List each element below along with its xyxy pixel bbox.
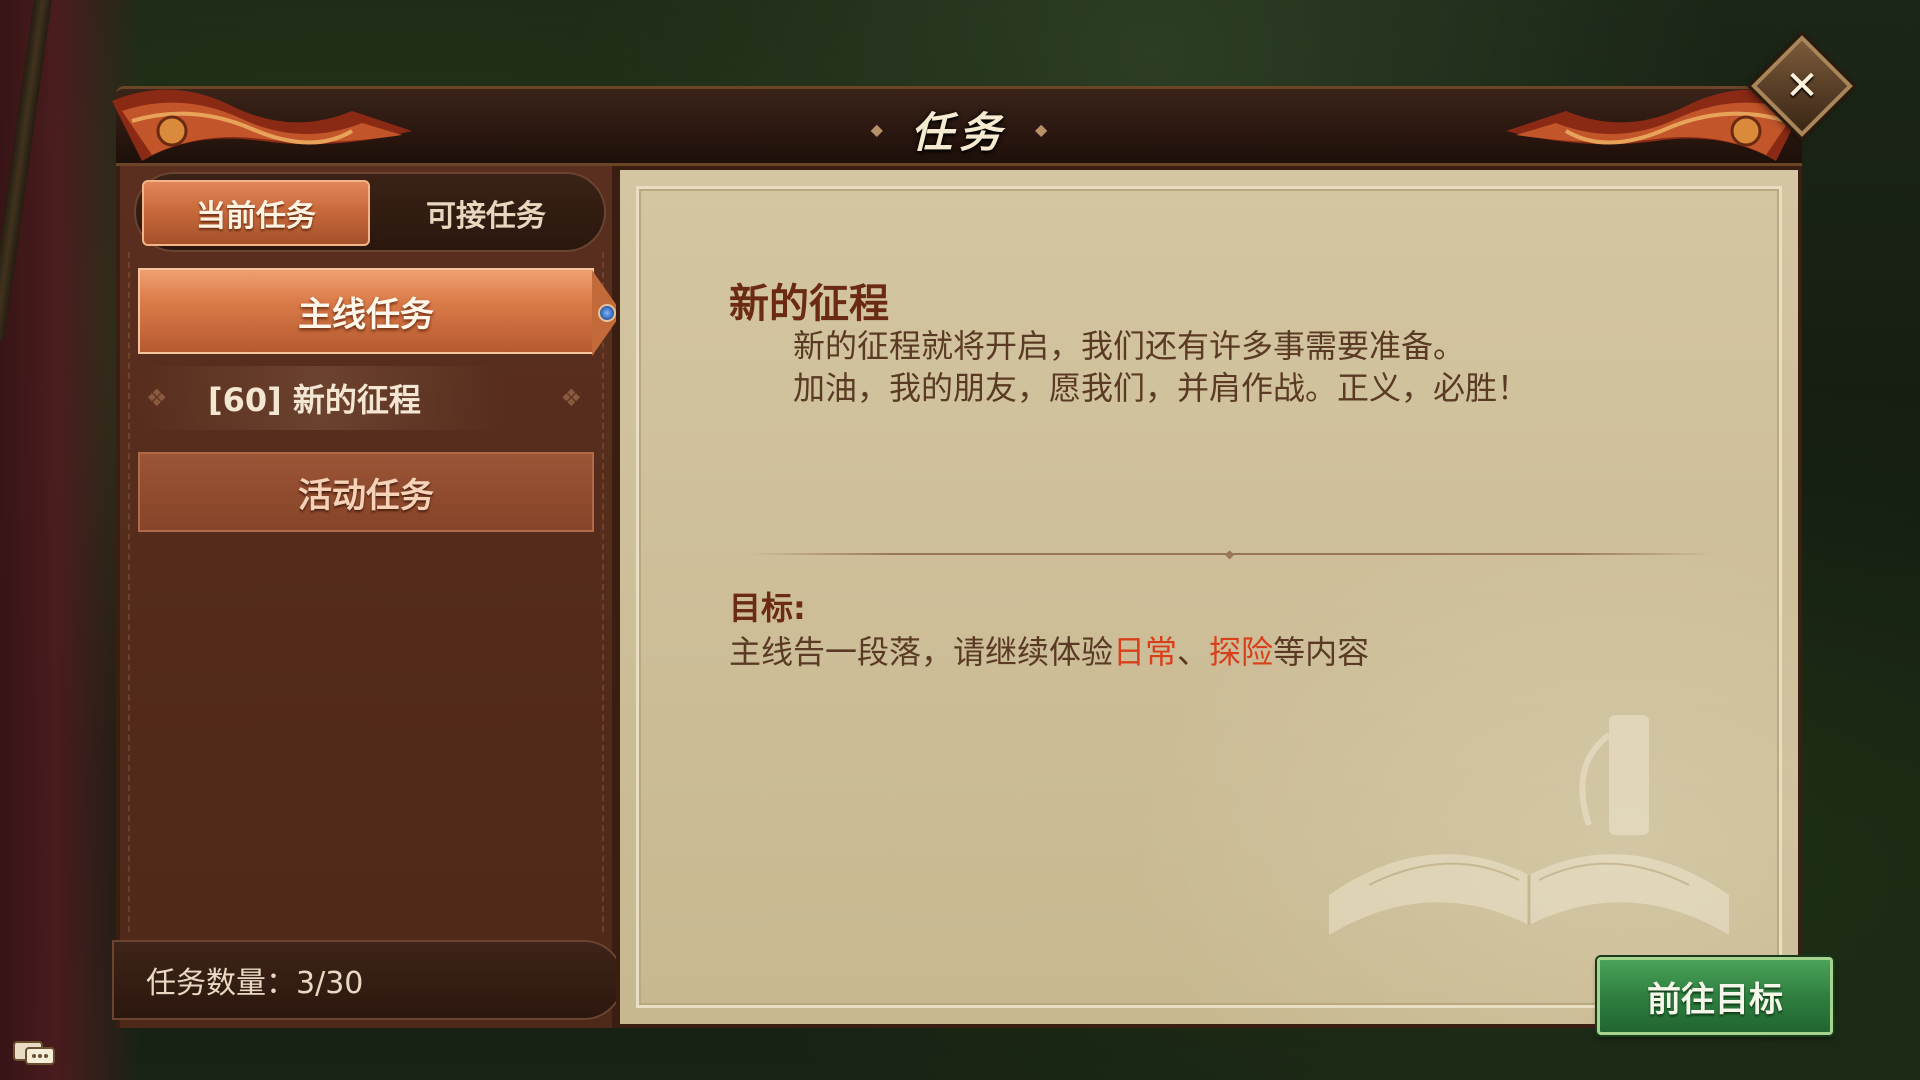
quest-list-item[interactable]: ❖ [60] 新的征程 ❖ [138, 366, 594, 430]
tab-available-quests[interactable]: 可接任务 [372, 180, 600, 246]
tab-bar: 当前任务 可接任务 [134, 172, 606, 252]
title-diamond-right-icon: ◆ [1035, 119, 1048, 139]
quest-description-line2: 加油，我的朋友，愿我们，并肩作战。正义，必胜！ [793, 369, 1530, 407]
goal-text: 主线告一段落，请继续体验日常、探险等内容 [729, 627, 1369, 673]
goal-suffix: 等内容 [1273, 633, 1370, 671]
close-icon: ✕ [1785, 63, 1819, 109]
chat-icon[interactable] [12, 1038, 56, 1068]
goal-separator: 、 [1177, 633, 1210, 671]
quest-item-deco-right-icon: ❖ [560, 384, 582, 412]
quest-description-line1: 新的征程就将开启，我们还有许多事需要准备。 [793, 327, 1466, 365]
go-to-target-button[interactable]: 前往目标 [1597, 957, 1833, 1035]
book-decoration [1329, 715, 1729, 935]
dialog-title: 任务 [910, 107, 1007, 157]
separator-diamond-icon: ◆ [1225, 547, 1235, 561]
tab-current-quests[interactable]: 当前任务 [142, 180, 370, 246]
quest-description: 新的征程就将开启，我们还有许多事需要准备。 加油，我的朋友，愿我们，并肩作战。正… [793, 325, 1693, 409]
quest-item-deco-left-icon: ❖ [146, 384, 168, 412]
title-wrap: ◆ 任务 ◆ [116, 103, 1802, 157]
quest-dialog: ◆ 任务 ◆ ✕ 当前任务 可接任务 主线任务 ❖ [60] 新的征程 ❖ 活动… [112, 35, 1853, 1035]
goal-label: 目标: [729, 589, 806, 627]
detail-inner-frame: 新的征程 新的征程就将开启，我们还有许多事需要准备。 加油，我的朋友，愿我们，并… [636, 186, 1833, 1035]
detail-separator: ◆ [749, 547, 1715, 561]
goal-link-explore[interactable]: 探险 [1209, 633, 1273, 671]
title-diamond-left-icon: ◆ [870, 119, 883, 139]
quest-count-bar: 任务数量：3/30 [112, 940, 624, 1020]
quest-title: 新的征程 [729, 281, 889, 327]
quest-list-panel: 当前任务 可接任务 主线任务 ❖ [60] 新的征程 ❖ 活动任务 任务数量：3… [112, 166, 624, 1028]
quest-detail-panel: 新的征程 新的征程就将开启，我们还有许多事需要准备。 加油，我的朋友，愿我们，并… [616, 166, 1833, 1035]
category-main-quest[interactable]: 主线任务 [138, 268, 622, 356]
category-activity-quest[interactable]: 活动任务 [138, 452, 594, 532]
category-main-label: 主线任务 [298, 294, 434, 335]
title-bar: ◆ 任务 ◆ [112, 86, 1806, 166]
category-activity-label: 活动任务 [298, 475, 434, 516]
quest-item-label: [60] 新的征程 [208, 381, 421, 419]
quest-count-text: 任务数量：3/30 [146, 966, 364, 1001]
goal-link-daily[interactable]: 日常 [1113, 633, 1177, 671]
goal-prefix: 主线告一段落，请继续体验 [729, 633, 1114, 671]
gem-icon [598, 304, 616, 322]
